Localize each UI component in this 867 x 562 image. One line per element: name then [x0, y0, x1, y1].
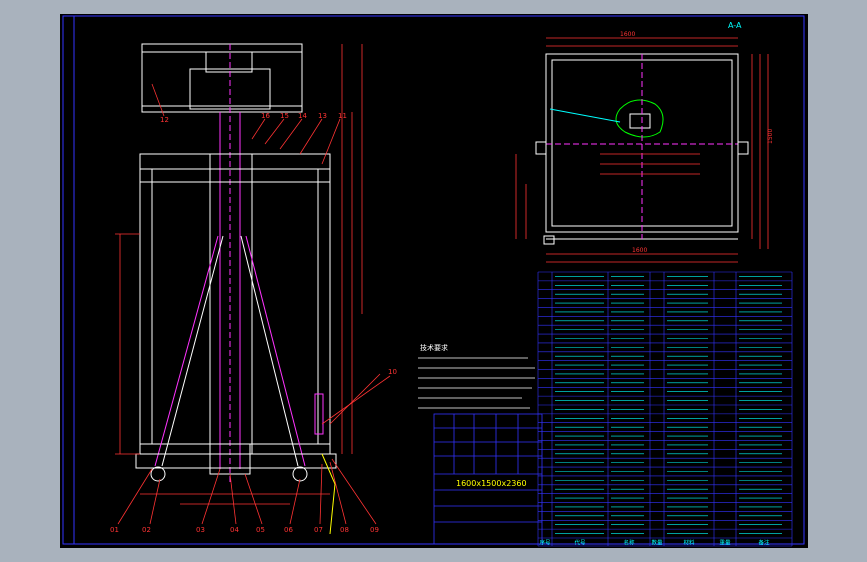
balloon-05: 05 [256, 526, 265, 534]
bom-header-cell: 材料 [683, 539, 695, 547]
balloon-16: 16 [261, 112, 270, 120]
bom-header-cell: 代号 [574, 539, 586, 547]
balloon-03: 03 [196, 526, 205, 534]
binding-margin [62, 15, 75, 545]
balloon-15: 15 [280, 112, 289, 120]
balloon-04: 04 [230, 526, 239, 534]
balloon-02: 02 [142, 526, 151, 534]
balloon-11: 11 [338, 112, 347, 120]
bom-header-cell: 备注 [758, 539, 770, 547]
part-balloons: 01 02 03 04 05 06 07 08 09 10 11 12 13 1… [110, 112, 397, 534]
title-spec: 1600x1500x2360 [456, 479, 527, 488]
bom-header-cell: 数量 [651, 539, 663, 547]
balloon-09: 09 [370, 526, 379, 534]
bom-header-cell: 序号 [539, 539, 551, 547]
plan-side-dimension: 1500 [767, 129, 774, 144]
balloon-01: 01 [110, 526, 119, 534]
outer-frame [73, 15, 805, 545]
balloon-13: 13 [318, 112, 327, 120]
notes-heading: 技术要求 [420, 343, 448, 352]
plan-view [535, 53, 749, 245]
bom-header-cell: 名称 [623, 539, 635, 547]
balloon-12: 12 [160, 116, 169, 124]
cad-drawing: 01 02 03 04 05 06 07 08 09 10 11 12 13 1… [62, 15, 805, 547]
bill-of-materials: 序号 代号 名称 数量 材料 重量 备注 [537, 271, 793, 547]
bom-header-cell: 重量 [719, 539, 731, 547]
balloon-08: 08 [340, 526, 349, 534]
technical-notes: 技术要求 [418, 343, 535, 409]
balloon-07: 07 [314, 526, 323, 534]
drawing-sheet: 01 02 03 04 05 06 07 08 09 10 11 12 13 1… [60, 14, 808, 548]
section-label: A-A [728, 21, 742, 30]
balloon-10: 10 [388, 368, 397, 376]
leader-lines [117, 83, 391, 525]
plan-top-dimension: 1600 [620, 31, 635, 38]
plan-bottom-dimension: 1600 [632, 247, 647, 254]
balloon-14: 14 [298, 112, 307, 120]
balloon-06: 06 [284, 526, 293, 534]
